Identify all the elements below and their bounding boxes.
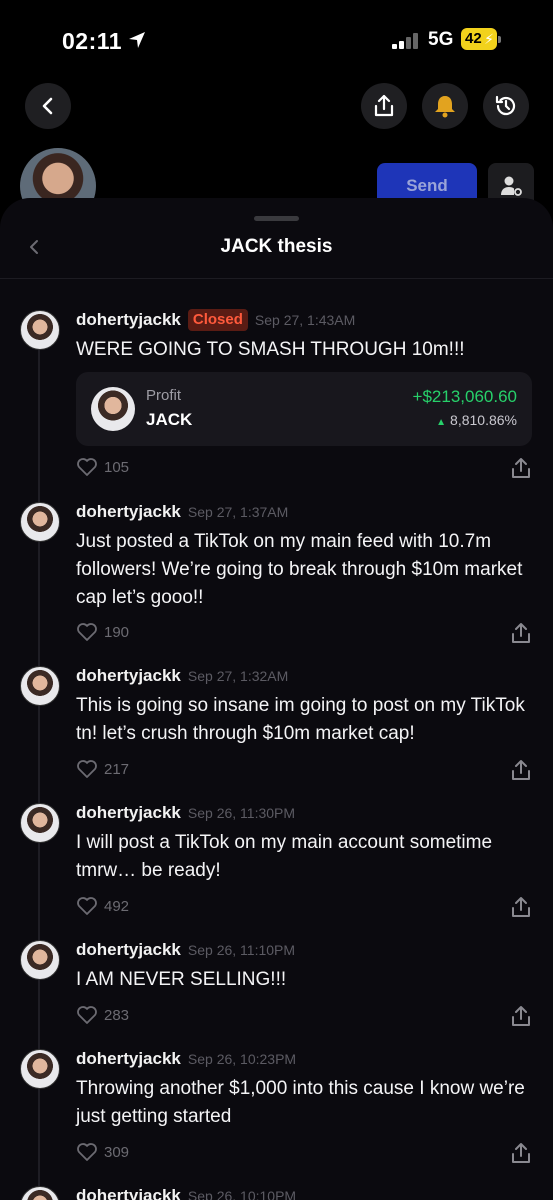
- up-triangle-icon: ▲: [436, 417, 447, 428]
- card-label: Profit: [146, 387, 182, 404]
- share-icon[interactable]: [509, 1141, 533, 1165]
- status-time: 02:11: [62, 28, 123, 54]
- post-text: I AM NEVER SELLING!!!: [76, 969, 287, 990]
- like-button[interactable]: 190: [76, 622, 129, 642]
- username[interactable]: dohertyjackk: [76, 666, 181, 686]
- username[interactable]: dohertyjackk: [76, 1049, 181, 1069]
- post-text: Just posted a TikTok on my main feed wit…: [76, 531, 523, 608]
- token-avatar: [91, 387, 135, 431]
- bell-icon: [435, 96, 455, 118]
- battery-level: 42: [465, 30, 482, 47]
- like-button[interactable]: 492: [76, 896, 129, 916]
- post-meta: dohertyjackk Sep 26, 10:10PM: [76, 1184, 296, 1200]
- back-button[interactable]: [25, 83, 71, 129]
- divider: [0, 278, 553, 279]
- heart-icon: [77, 458, 97, 476]
- share-icon[interactable]: [509, 895, 533, 919]
- like-count: 190: [104, 623, 130, 641]
- share-icon[interactable]: [509, 621, 533, 645]
- like-button[interactable]: 105: [76, 457, 129, 477]
- like-button[interactable]: 309: [76, 1142, 129, 1162]
- username[interactable]: dohertyjackk: [76, 502, 181, 522]
- post-text: I will post a TikTok on my main account …: [76, 832, 493, 881]
- share-icon: [374, 94, 394, 117]
- like-button[interactable]: 217: [76, 759, 129, 779]
- avatar[interactable]: [20, 666, 60, 706]
- person-settings-icon: [501, 176, 522, 196]
- username[interactable]: dohertyjackk: [76, 310, 181, 330]
- avatar[interactable]: [20, 803, 60, 843]
- timestamp: Sep 26, 10:23PM: [187, 1051, 297, 1067]
- network-type: 5G: [428, 29, 454, 50]
- post-text: Throwing another $1,000 into this cause …: [76, 1078, 525, 1127]
- location-arrow-icon: [129, 32, 145, 48]
- username[interactable]: dohertyjackk: [76, 940, 181, 960]
- post-meta: dohertyjackk Sep 26, 10:23PM: [76, 1047, 296, 1071]
- username[interactable]: dohertyjackk: [76, 803, 181, 823]
- sheet-title: JACK thesis: [220, 236, 333, 257]
- like-count: 105: [104, 458, 130, 476]
- heart-icon: [77, 760, 97, 778]
- post-meta: dohertyjackk Sep 27, 1:37AM: [76, 500, 288, 524]
- heart-icon: [77, 1143, 97, 1161]
- charging-bolt-icon: ⚡: [484, 31, 494, 47]
- thesis-sheet: JACK thesis dohertyjackk Closed Sep 27, …: [0, 198, 553, 1200]
- heart-icon: [77, 897, 97, 915]
- battery-tip: [498, 36, 501, 43]
- username[interactable]: dohertyjackk: [76, 1186, 181, 1200]
- post-text: WERE GOING TO SMASH THROUGH 10m!!!: [76, 339, 465, 360]
- post-text: This is going so insane im going to post…: [76, 695, 525, 744]
- status-bar: 02:11 5G 42 ⚡: [0, 0, 553, 80]
- card-ticker: JACK: [146, 410, 193, 429]
- avatar[interactable]: [20, 310, 60, 350]
- post-meta: dohertyjackk Closed Sep 27, 1:43AM: [76, 308, 355, 332]
- timestamp: Sep 27, 1:37AM: [187, 504, 289, 520]
- like-count: 217: [104, 760, 130, 778]
- share-icon[interactable]: [509, 456, 533, 480]
- like-count: 492: [104, 897, 130, 915]
- battery-indicator: 42 ⚡: [461, 28, 497, 50]
- profit-percent: ▲ 8,810.86%: [436, 412, 517, 428]
- heart-icon: [77, 1006, 97, 1024]
- avatar[interactable]: [20, 1049, 60, 1089]
- back-chevron-icon: [42, 97, 53, 115]
- post-meta: dohertyjackk Sep 26, 11:10PM: [76, 938, 295, 962]
- share-icon[interactable]: [509, 1004, 533, 1028]
- profit-card[interactable]: Profit JACK +$213,060.60 ▲ 8,810.86%: [76, 372, 532, 446]
- notifications-button[interactable]: [422, 83, 468, 129]
- share-icon[interactable]: [509, 758, 533, 782]
- post-meta: dohertyjackk Sep 27, 1:32AM: [76, 664, 288, 688]
- avatar[interactable]: [20, 940, 60, 980]
- profit-value: +$213,060.60: [412, 387, 517, 406]
- timestamp: Sep 26, 10:10PM: [187, 1188, 297, 1200]
- timestamp: Sep 27, 1:43AM: [254, 312, 356, 328]
- signal-icon: [392, 33, 420, 49]
- like-count: 309: [104, 1143, 130, 1161]
- share-button[interactable]: [361, 83, 407, 129]
- history-button[interactable]: [483, 83, 529, 129]
- avatar[interactable]: [20, 1186, 60, 1200]
- history-icon: [495, 95, 516, 116]
- sheet-drag-handle[interactable]: [254, 216, 299, 221]
- heart-icon: [77, 623, 97, 641]
- timestamp: Sep 26, 11:10PM: [187, 942, 296, 958]
- like-button[interactable]: 283: [76, 1005, 129, 1025]
- avatar[interactable]: [20, 502, 60, 542]
- profit-percent-value: 8,810.86%: [450, 412, 517, 428]
- timestamp: Sep 26, 11:30PM: [187, 805, 296, 821]
- like-count: 283: [104, 1006, 130, 1024]
- post-meta: dohertyjackk Sep 26, 11:30PM: [76, 801, 295, 825]
- timestamp: Sep 27, 1:32AM: [187, 668, 289, 684]
- status-badge: Closed: [187, 309, 248, 331]
